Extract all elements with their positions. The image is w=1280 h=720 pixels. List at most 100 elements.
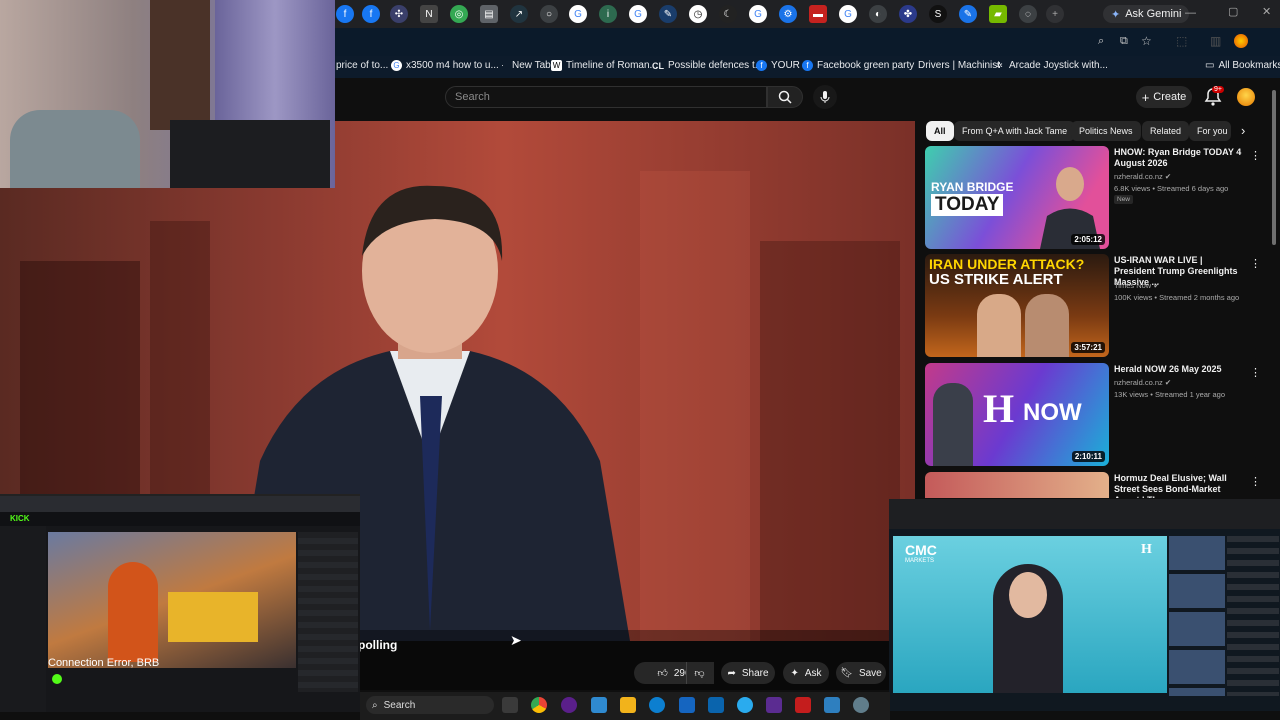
bookmark-item[interactable]: Gx3500 m4 how to u... — [391, 60, 499, 71]
video-thumbnail[interactable]: IRAN UNDER ATTACK? US STRIKE ALERT 3:57:… — [925, 254, 1109, 357]
recommendation-item[interactable]: RYAN BRIDGE TODAY 2:05:12 HNOW: Ryan Bri… — [925, 146, 1270, 251]
chip-politics-news[interactable]: Politics News — [1071, 121, 1141, 141]
clock-tab-icon[interactable]: ◷ — [689, 5, 707, 23]
google-tab-icon[interactable]: G — [629, 5, 647, 23]
create-button[interactable]: + Create — [1136, 86, 1192, 108]
bookmark-star-icon[interactable]: ☆ — [1141, 34, 1152, 48]
settings-icon[interactable] — [853, 697, 869, 713]
recommendation-item[interactable]: Hormuz Deal Elusive; Wall Street Sees Bo… — [925, 472, 1270, 498]
flash-app-icon[interactable] — [795, 697, 811, 713]
nvidia-tab-icon[interactable]: ▰ — [989, 5, 1007, 23]
recommendation-item[interactable]: IRAN UNDER ATTACK? US STRIKE ALERT 3:57:… — [925, 254, 1270, 359]
bookmark-item[interactable]: price of to... — [336, 60, 388, 71]
extensions-icon[interactable]: ⬚ — [1176, 34, 1187, 48]
new-tab-icon[interactable]: + — [1046, 5, 1064, 23]
recommendation-item[interactable]: H NOW 2:10:11 Herald NOW 26 May 2025 nzh… — [925, 363, 1270, 468]
scrollbar[interactable] — [1272, 90, 1276, 245]
pen-tab-icon[interactable]: ✎ — [659, 5, 677, 23]
zoom-icon[interactable]: ⌕ — [1098, 35, 1104, 48]
edge-icon[interactable] — [649, 697, 665, 713]
app-tab-icon[interactable]: ✣ — [390, 5, 408, 23]
overlay-sidebar — [0, 526, 46, 712]
facebook-tab-icon[interactable]: f — [336, 5, 354, 23]
close-icon[interactable]: ✕ — [1262, 5, 1271, 18]
nz-tab-icon[interactable]: N — [420, 5, 438, 23]
gear-tab-icon[interactable]: ⚙ — [779, 5, 797, 23]
task-view-icon[interactable] — [502, 697, 518, 713]
channel-name[interactable]: nzherald.co.nz ✔ — [1114, 378, 1171, 387]
laundry-pile — [10, 110, 140, 188]
stream-table — [168, 592, 258, 642]
pen-tab-icon[interactable]: ✎ — [959, 5, 977, 23]
circle-tab-icon[interactable]: ◐ — [869, 5, 887, 23]
obs-icon[interactable] — [561, 697, 577, 713]
app-tab-icon[interactable]: ✤ — [899, 5, 917, 23]
sidepanel-icon[interactable]: ▥ — [1210, 34, 1221, 48]
channel-name[interactable]: nzherald.co.nz ✔ — [1114, 172, 1171, 181]
search-input[interactable]: Search — [445, 86, 767, 108]
minimize-icon[interactable]: — — [1185, 7, 1196, 19]
video-thumbnail[interactable]: RYAN BRIDGE TODAY 2:05:12 — [925, 146, 1109, 249]
folder-icon: ▭ — [1205, 60, 1215, 71]
google-tab-icon[interactable]: G — [749, 5, 767, 23]
video-title[interactable]: Herald NOW 26 May 2025 — [1114, 364, 1244, 375]
telegram-icon[interactable] — [737, 697, 753, 713]
bookmark-item[interactable]: f YOUR — [756, 60, 800, 71]
more-options-icon[interactable]: ⋮ — [1250, 366, 1261, 379]
video-thumbnail[interactable] — [925, 472, 1109, 498]
red-tab-icon[interactable]: ▬ — [809, 5, 827, 23]
google-tab-icon[interactable]: G — [569, 5, 587, 23]
search-button[interactable] — [767, 86, 803, 108]
all-bookmarks-button[interactable]: ▭ All Bookmarks — [1205, 60, 1280, 71]
video-title[interactable]: Hormuz Deal Elusive; Wall Street Sees Bo… — [1114, 473, 1244, 498]
news-tab-icon[interactable]: ▤ — [480, 5, 498, 23]
chip-related[interactable]: Related — [1142, 121, 1190, 141]
chevron-right-icon[interactable]: › — [1241, 123, 1245, 138]
video-meta: 100K views • Streamed 2 months ago — [1114, 293, 1240, 302]
avatar[interactable] — [1237, 88, 1255, 106]
channel-name[interactable]: Times Now ✔ — [1114, 281, 1160, 290]
app-tab-icon[interactable]: ↗ — [510, 5, 528, 23]
maximize-icon[interactable]: ▢ — [1228, 5, 1238, 18]
share-button[interactable]: ➦ Share — [721, 662, 775, 684]
bookmark-item[interactable]: Drivers | Machinist — [918, 60, 1000, 71]
facebook-tab-icon[interactable]: f — [362, 5, 380, 23]
video-title[interactable]: HNOW: Ryan Bridge TODAY 4 August 2026 — [1114, 147, 1244, 169]
ask-gemini-button[interactable]: ✦ Ask Gemini — [1103, 5, 1190, 23]
bookmark-item[interactable]: CL Possible defences t... — [652, 60, 763, 71]
video-thumbnail[interactable]: H NOW 2:10:11 — [925, 363, 1109, 466]
taskbar-search[interactable]: ⌕ Search — [366, 696, 494, 714]
more-options-icon[interactable]: ⋮ — [1250, 257, 1261, 270]
profile-avatar[interactable] — [1234, 34, 1248, 48]
voice-search-button[interactable] — [813, 85, 837, 109]
bookmark-item[interactable]: f Facebook green party — [802, 60, 914, 71]
google-tab-icon[interactable]: G — [839, 5, 857, 23]
more-options-icon[interactable]: ⋮ — [1250, 475, 1261, 488]
bookmark-item[interactable]: · New Tab — [497, 60, 551, 71]
app-icon[interactable] — [591, 697, 607, 713]
circle-tab-icon[interactable]: ◌ — [1019, 5, 1037, 23]
more-options-icon[interactable]: ⋮ — [1250, 149, 1261, 162]
bookmark-item[interactable]: W Timeline of Roman... — [551, 60, 658, 71]
chip-for-you[interactable]: For you — [1189, 121, 1231, 141]
facebook-icon: f — [802, 60, 813, 71]
outlook-icon[interactable] — [708, 697, 724, 713]
dislike-button[interactable]: 👎︎ — [686, 662, 712, 684]
moon-tab-icon[interactable]: ☾ — [719, 5, 737, 23]
video-meta: 13K views • Streamed 1 year ago — [1114, 390, 1226, 399]
chrome-icon[interactable] — [531, 697, 547, 713]
chip-all[interactable]: All — [926, 121, 954, 141]
file-explorer-icon[interactable] — [620, 697, 636, 713]
circle-tab-icon[interactable]: ○ — [540, 5, 558, 23]
bookmark-item[interactable]: ✲ Arcade Joystick with... — [994, 60, 1108, 71]
ask-button[interactable]: ✦ Ask — [783, 662, 829, 684]
calculator-icon[interactable] — [679, 697, 695, 713]
app-tab-icon[interactable]: i — [599, 5, 617, 23]
letter-tab-icon[interactable]: S — [929, 5, 947, 23]
cast-icon[interactable]: ⧉ — [1120, 35, 1128, 48]
save-button[interactable]: 🔖︎ Save — [836, 662, 886, 684]
chip-qa-jack-tame[interactable]: From Q+A with Jack Tame — [954, 121, 1076, 141]
chrome-tab-icon[interactable]: ◎ — [450, 5, 468, 23]
photos-icon[interactable] — [824, 697, 840, 713]
app-icon[interactable] — [766, 697, 782, 713]
